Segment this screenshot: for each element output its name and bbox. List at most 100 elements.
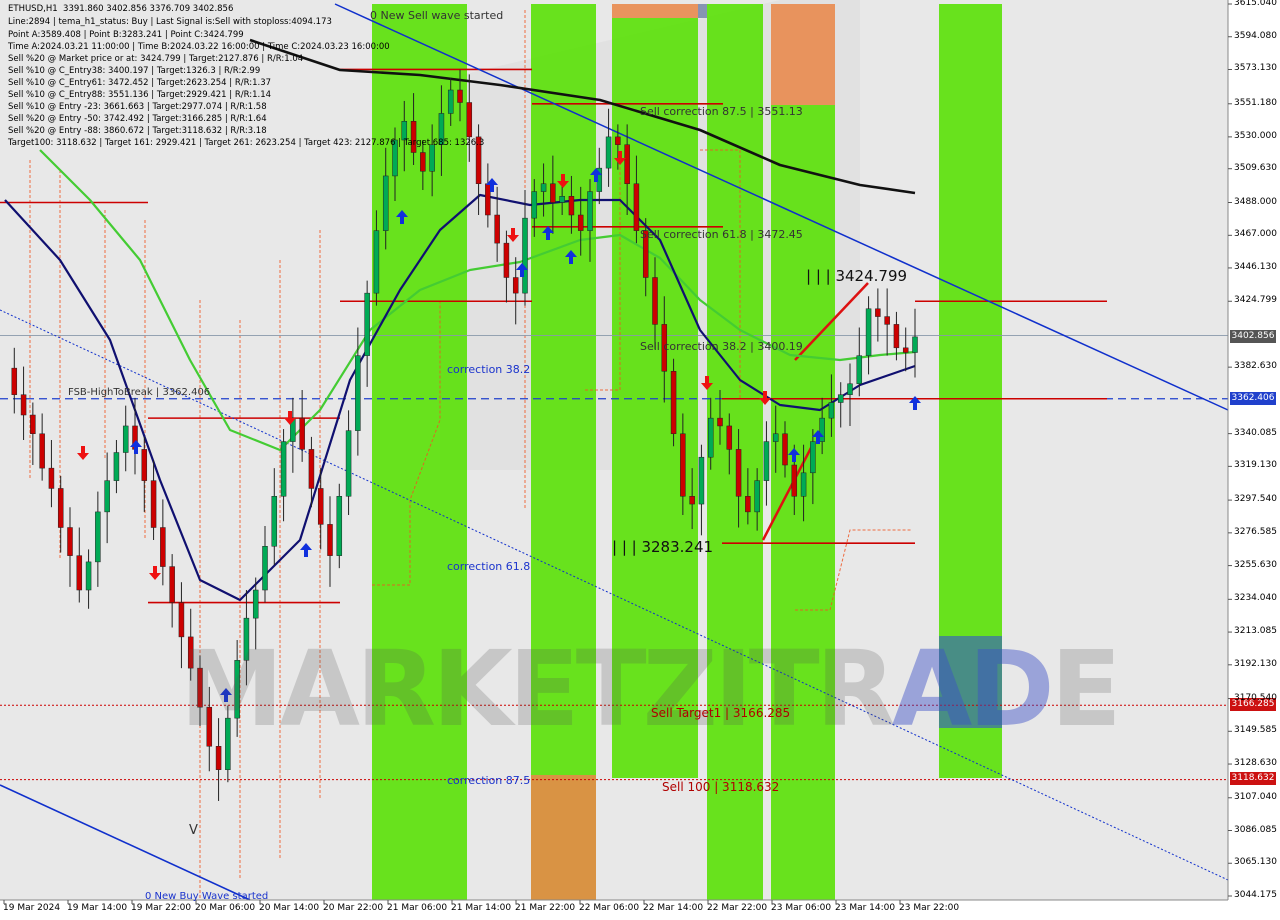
candle-body [791, 464, 798, 497]
sell-correction-382-label: Sell correction 38.2 | 3400.19 [640, 340, 803, 353]
candle-body [615, 136, 621, 145]
new-buy-wave-label: 0 New Buy Wave started [145, 891, 269, 902]
symbol-info: ETHUSD,H1 3391.860 3402.856 3376.709 340… [8, 4, 234, 14]
current-price-tag: 3402.856 [1230, 330, 1276, 343]
price-tick-label: 3382.630 [1234, 361, 1277, 372]
time-tick-label: 20 Mar 06:00 [195, 903, 256, 913]
time-tick-label: 23 Mar 22:00 [899, 903, 960, 913]
candle-body [327, 524, 333, 556]
candle-body [243, 617, 250, 661]
time-tick-label: 23 Mar 06:00 [771, 903, 832, 913]
sell-correction-618-label: Sell correction 61.8 | 3472.45 [640, 228, 803, 241]
candle-body [457, 89, 463, 103]
candle-body [624, 144, 630, 185]
signal-zone [771, 105, 835, 900]
target100-price-tag: 3118.632 [1230, 772, 1276, 785]
chart-window[interactable]: MARKETZITRADE ETHUSD,H1 3391.860 3402.85… [0, 0, 1280, 920]
candle-body [568, 196, 575, 216]
info-line: Sell %20 @ Market price or at: 3424.799 … [8, 54, 304, 64]
point-c-label: | | | 3424.799 [806, 267, 908, 285]
time-tick-label: 20 Mar 14:00 [259, 903, 320, 913]
time-tick-label: 19 Mar 22:00 [131, 903, 192, 913]
candle-body [884, 316, 890, 325]
v-mark: V [189, 823, 198, 838]
candle-body [299, 417, 305, 450]
candle-body [57, 488, 64, 528]
candle-body [837, 394, 844, 403]
info-line: Sell %10 @ C_Entry61: 3472.452 | Target:… [8, 78, 272, 88]
signal-zone [698, 4, 707, 18]
time-tick-label: 21 Mar 06:00 [387, 903, 448, 913]
candle-body [206, 706, 213, 747]
candle-body [772, 433, 779, 442]
candle-body [550, 183, 556, 203]
price-tick-label: 3467.000 [1234, 229, 1277, 240]
sell-correction-875-label: Sell correction 87.5 | 3551.13 [640, 105, 803, 118]
candle-body [828, 402, 835, 419]
correction-618-label: correction 61.8 [447, 560, 531, 573]
info-line: Target100: 3118.632 | Target 161: 2929.4… [8, 138, 485, 148]
candle-body [847, 383, 853, 395]
new-sell-wave-label: 0 New Sell wave started [370, 9, 504, 22]
candle-body [141, 449, 148, 481]
candle-body [652, 277, 658, 325]
price-tick-label: 3509.630 [1234, 162, 1277, 173]
candle-body [522, 217, 528, 294]
correction-382-label: correction 38.2 [447, 363, 531, 376]
candle-body [819, 417, 825, 442]
candle-body [187, 636, 194, 669]
signal-zone [707, 4, 763, 900]
candle-body [512, 277, 519, 294]
candle-body [252, 589, 259, 619]
info-line: Point A:3589.408 | Point B:3283.241 | Po… [8, 30, 244, 40]
time-tick-label: 19 Mar 2024 [3, 903, 61, 913]
candle-body [912, 336, 918, 353]
candle-body [902, 347, 909, 353]
sell-target1-label: Sell Target1 | 3166.285 [651, 706, 791, 720]
candle-body [540, 183, 547, 192]
candle-body [122, 425, 129, 453]
candle-body [494, 214, 500, 244]
candle-body [605, 136, 612, 169]
time-tick-label: 22 Mar 06:00 [579, 903, 640, 913]
fsb-label: FSB-HighToBreak | 3362.406 [68, 387, 211, 398]
time-tick-label: 21 Mar 14:00 [451, 903, 512, 913]
time-tick-label: 22 Mar 14:00 [643, 903, 704, 913]
candle-body [633, 183, 640, 231]
candle-body [178, 602, 185, 638]
info-line: Sell %10 @ C_Entry88: 3551.136 | Target:… [8, 90, 272, 100]
candle-body [345, 430, 352, 497]
candle-body [754, 480, 760, 513]
price-tick-label: 3044.175 [1234, 890, 1277, 900]
candle-body [95, 511, 101, 563]
candle-body [373, 230, 380, 294]
candle-body [745, 496, 751, 513]
candle-body [113, 452, 120, 481]
candle-body [355, 355, 361, 431]
candle-body [893, 324, 900, 349]
signal-zone [531, 4, 596, 900]
candle-body [150, 480, 157, 528]
signal-zone [771, 4, 835, 105]
time-tick-label: 20 Mar 22:00 [323, 903, 384, 913]
info-line: Line:2894 | tema_h1_status: Buy | Last S… [8, 17, 332, 27]
info-line: Sell %10 @ C_Entry38: 3400.197 | Target:… [8, 66, 261, 76]
price-tick-label: 3340.085 [1234, 427, 1277, 438]
candle-body [67, 527, 73, 556]
price-tick-label: 3170.540 [1234, 692, 1277, 703]
price-tick-label: 3276.585 [1234, 526, 1277, 537]
candle-body [800, 472, 807, 497]
price-tick-label: 3573.130 [1234, 63, 1277, 74]
time-tick-label: 23 Mar 14:00 [835, 903, 896, 913]
candle-body [707, 417, 714, 458]
candle-body [447, 89, 454, 114]
candle-body [782, 433, 788, 466]
signal-zone [612, 4, 698, 18]
price-tick-label: 3234.040 [1234, 593, 1277, 604]
candle-body [726, 425, 733, 450]
price-tick-label: 3594.080 [1234, 30, 1277, 41]
candle-body [559, 196, 565, 203]
price-tick-label: 3128.630 [1234, 758, 1277, 769]
signal-zone [531, 775, 596, 900]
price-tick-label: 3615.040 [1234, 0, 1277, 8]
